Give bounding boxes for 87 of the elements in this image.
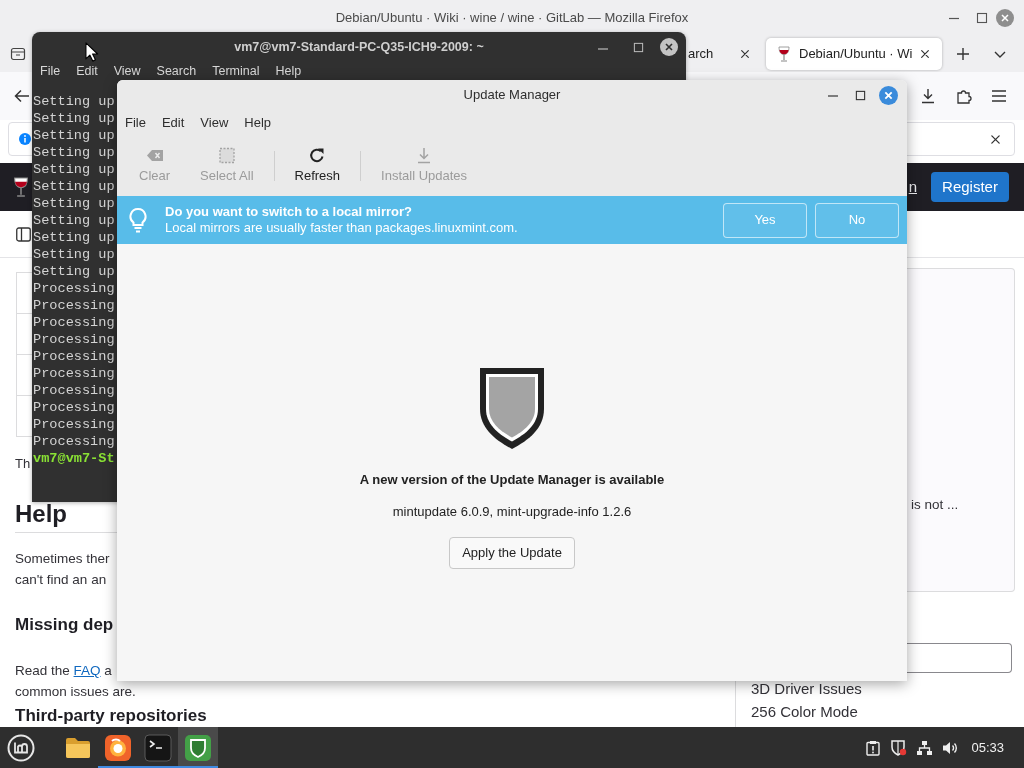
puzzle-icon[interactable]	[956, 88, 972, 104]
window-title: Debian/Ubuntu · Wiki · wine / wine · GitLab — Mozilla Firefox	[335, 10, 689, 26]
terminal-line: Setting up	[33, 161, 115, 178]
new-tab-icon[interactable]	[957, 48, 969, 60]
browser-tab[interactable]: Debian/Ubuntu · Wi	[766, 38, 942, 70]
paragraph-text: Sometimes ther can't find an an	[15, 550, 110, 589]
register-button[interactable]: Register	[931, 172, 1009, 202]
menu-item[interactable]: File	[125, 115, 146, 131]
terminal-line: Processing	[33, 433, 115, 450]
terminal-line: Processing	[33, 365, 115, 382]
terminal-line: Setting up	[33, 178, 115, 195]
terminal-line: Processing	[33, 382, 115, 399]
box-icon[interactable]	[10, 46, 26, 62]
toolbar-button[interactable]: Refresh	[282, 141, 353, 191]
close-icon[interactable]	[660, 38, 678, 56]
menu-icon[interactable]	[991, 89, 1007, 103]
window-title: vm7@vm7-Standard-PC-Q35-ICH9-2009: ~	[234, 39, 484, 55]
shield-app-icon	[184, 733, 212, 762]
apply-update-button[interactable]: Apply the Update	[449, 537, 575, 569]
lightbulb-icon	[128, 207, 148, 233]
terminal-line: Setting up	[33, 195, 115, 212]
nav-link[interactable]: n	[908, 178, 917, 196]
close-icon[interactable]	[740, 49, 750, 59]
terminal-line: Processing	[33, 297, 115, 314]
prompt-text: vm7@vm7-St	[33, 450, 115, 467]
clock-text[interactable]: 05:33	[971, 739, 1004, 756]
panel-text: is not ...	[911, 497, 959, 514]
update-heading: A new version of the Update Manager is available	[359, 472, 665, 488]
taskbar-app[interactable]	[178, 727, 218, 768]
close-icon[interactable]	[990, 133, 1001, 145]
terminal-line: Processing	[33, 314, 115, 331]
menu-item[interactable]: View	[113, 62, 141, 80]
logo-icon[interactable]	[7, 733, 35, 762]
section-heading: Help	[15, 501, 67, 527]
section-heading: Third-party repositories	[15, 706, 207, 726]
menu-item[interactable]: Help	[244, 115, 272, 131]
clipboard-icon[interactable]	[865, 739, 882, 756]
terminal-line: Processing	[33, 399, 115, 416]
terminal-line: Setting up	[33, 127, 115, 144]
version-text: mintupdate 6.0.9, mint-upgrade-info 1.2.6	[392, 504, 632, 520]
menu-item[interactable]: Terminal	[212, 62, 260, 80]
sidebar-icon[interactable]	[16, 226, 31, 242]
refresh-icon	[308, 147, 327, 164]
menu-item[interactable]: File	[40, 62, 61, 80]
shield-alert-icon[interactable]	[890, 739, 908, 756]
search-field[interactable]	[907, 643, 1012, 673]
wine-glass-icon	[12, 174, 30, 200]
maximize-icon[interactable]	[633, 41, 644, 53]
faq-link[interactable]: FAQ	[73, 663, 101, 678]
close-icon[interactable]	[920, 49, 930, 59]
volume-icon[interactable]	[942, 739, 960, 756]
maximize-icon[interactable]	[976, 12, 988, 24]
sidebar-link[interactable]: 256 Color Mode	[751, 703, 858, 721]
terminal-line: Setting up	[33, 93, 115, 110]
info-icon	[19, 133, 31, 145]
cursor-icon	[85, 42, 99, 62]
backspace-icon	[145, 147, 164, 164]
info-title: Do you want to switch to a local mirror?	[165, 204, 413, 220]
terminal-line: Setting up	[33, 110, 115, 127]
terminal-line: Processing	[33, 280, 115, 297]
browser-tab[interactable]: arch	[687, 38, 760, 70]
download-icon[interactable]	[920, 88, 936, 104]
terminal-line: Setting up	[33, 246, 115, 263]
terminal-line: Setting up	[33, 229, 115, 246]
maximize-icon[interactable]	[855, 89, 866, 101]
section-heading: Missing dep	[15, 614, 114, 636]
terminal-icon	[144, 733, 172, 762]
browser-app-icon	[104, 733, 132, 762]
network-icon[interactable]	[916, 739, 934, 756]
terminal-line: Setting up	[33, 144, 115, 161]
paragraph-text: Th	[15, 455, 31, 472]
sidebar-link[interactable]: 3D Driver Issues	[751, 680, 862, 698]
menu-item[interactable]: Edit	[76, 62, 98, 80]
terminal-line: Processing	[33, 348, 115, 365]
menu-item[interactable]: View	[200, 115, 229, 131]
wine-glass-icon	[777, 46, 791, 62]
back-arrow-icon[interactable]	[14, 89, 30, 103]
dashed-square-icon	[217, 147, 236, 164]
menu-item[interactable]: Help	[275, 62, 302, 80]
info-message: Local mirrors are usually faster than packages.linuxmint.com.	[165, 220, 518, 236]
menu-item[interactable]: Search	[156, 62, 197, 80]
terminal-line: Processing	[33, 416, 115, 433]
terminal-line: Setting up	[33, 212, 115, 229]
terminal-line: Processing	[33, 331, 115, 348]
window-title: Update Manager	[463, 87, 561, 103]
menu-item[interactable]: Edit	[161, 115, 185, 131]
terminal-line: Setting up	[33, 263, 115, 280]
